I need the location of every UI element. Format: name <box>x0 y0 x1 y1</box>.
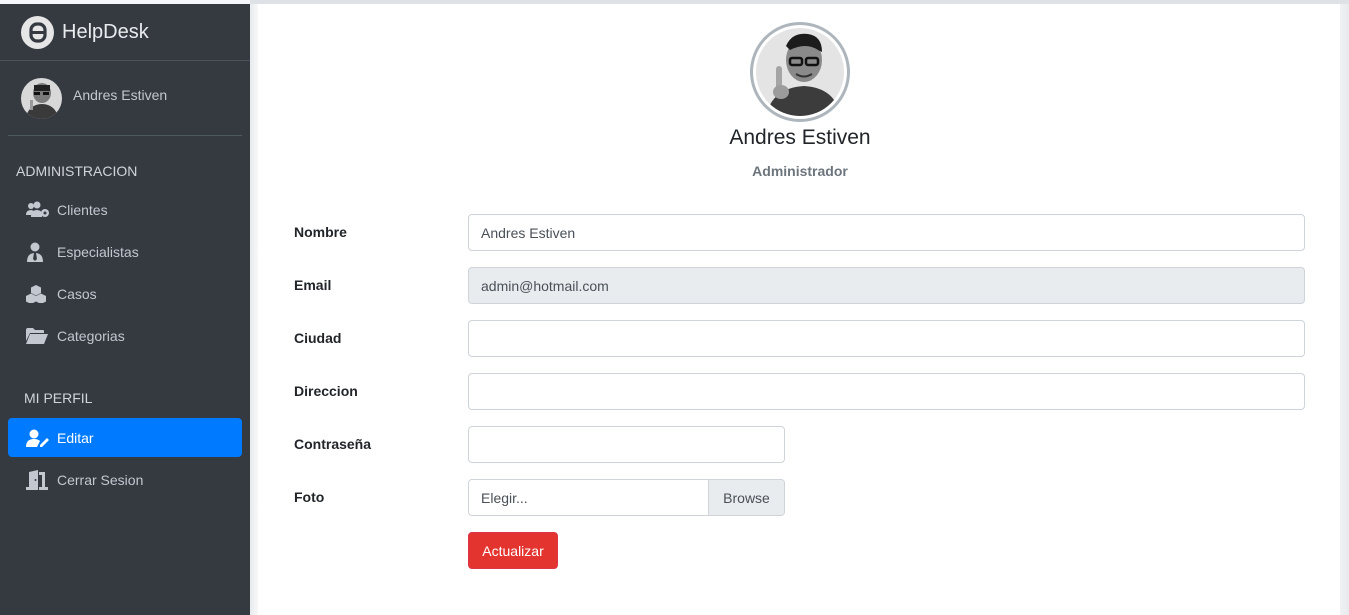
user-edit-icon <box>26 428 50 448</box>
cubes-icon <box>26 284 50 304</box>
top-border <box>250 0 1349 4</box>
sidebar-item-label: Clientes <box>57 201 108 218</box>
email-label: Email <box>294 277 332 293</box>
email-field: admin@hotmail.com <box>468 267 1305 304</box>
profile-avatar <box>756 28 844 116</box>
card-edge-right <box>1340 4 1349 615</box>
password-field[interactable] <box>468 426 785 463</box>
foto-file-input[interactable]: Elegir... Browse <box>468 479 785 516</box>
browse-button[interactable]: Browse <box>708 480 784 515</box>
sidebar-item-categorias[interactable]: Categorias <box>8 316 242 355</box>
brand-logo-icon <box>21 15 54 49</box>
sidebar-item-label: Casos <box>57 285 97 302</box>
foto-placeholder[interactable]: Elegir... <box>469 480 708 515</box>
sidebar-item-especialistas[interactable]: Especialistas <box>8 232 242 271</box>
user-name: Andres Estiven <box>73 87 168 103</box>
sidebar-item-cerrar-sesion[interactable]: Cerrar Sesion <box>8 460 242 499</box>
profile-role: Administrador <box>752 163 848 179</box>
actualizar-button[interactable]: Actualizar <box>468 532 558 569</box>
sidebar-item-label: Editar <box>57 429 94 446</box>
foto-label: Foto <box>294 489 325 505</box>
nombre-field[interactable]: Andres Estiven <box>468 214 1305 251</box>
sidebar-item-clientes[interactable]: Clientes <box>8 190 242 229</box>
avatar <box>21 77 62 119</box>
nav-header-mi-perfil: MI PERFIL <box>24 390 93 406</box>
users-cog-icon <box>26 200 50 220</box>
sidebar-item-label: Categorias <box>57 327 125 344</box>
sidebar-item-label: Especialistas <box>57 243 139 260</box>
nombre-label: Nombre <box>294 224 347 240</box>
direccion-label: Direccion <box>294 383 358 399</box>
password-label: Contraseña <box>294 436 372 452</box>
user-tie-icon <box>26 242 50 262</box>
brand[interactable]: HelpDesk <box>0 4 250 61</box>
sidebar-item-casos[interactable]: Casos <box>8 274 242 313</box>
card-edge-left <box>250 4 258 615</box>
door-open-icon <box>26 469 50 490</box>
sidebar-item-editar[interactable]: Editar <box>8 418 242 457</box>
sidebar-item-label: Cerrar Sesion <box>57 471 144 488</box>
user-panel[interactable]: Andres Estiven <box>8 61 242 136</box>
ciudad-label: Ciudad <box>294 330 342 346</box>
profile-name: Andres Estiven <box>729 126 871 149</box>
nombre-value: Andres Estiven <box>481 224 576 241</box>
direccion-field[interactable] <box>468 373 1305 410</box>
folder-open-icon <box>26 326 50 346</box>
sidebar: HelpDesk Andres Estiven ADMINISTRACION C… <box>0 4 250 615</box>
nav-header-administracion: ADMINISTRACION <box>16 163 138 179</box>
profile-photo <box>750 22 850 122</box>
ciudad-field[interactable] <box>468 320 1305 357</box>
brand-name: HelpDesk <box>62 20 149 43</box>
email-value: admin@hotmail.com <box>481 277 609 294</box>
